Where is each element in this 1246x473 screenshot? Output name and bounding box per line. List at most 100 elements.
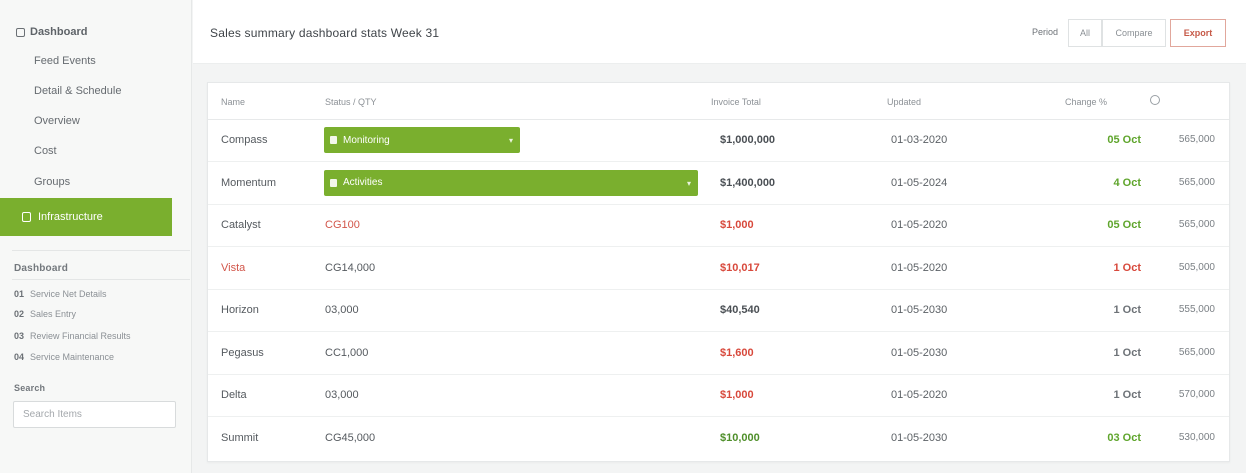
sidebar-link[interactable]: 03 Review Financial Results [14, 331, 131, 341]
sidebar-link-text: Sales Entry [30, 309, 77, 319]
row-date: 01-05-2024 [891, 176, 948, 189]
row-volume: 565,000 [1178, 219, 1215, 230]
data-table: Name Status / QTY Invoice Total Updated … [207, 82, 1230, 462]
sidebar-link-text: Service Maintenance [30, 352, 115, 362]
period-filter-label: Period [1031, 27, 1058, 37]
sidebar-search-input[interactable] [13, 401, 176, 428]
row-name[interactable]: Summit [221, 432, 258, 444]
row-volume: 555,000 [1178, 304, 1215, 315]
infrastructure-icon [22, 212, 31, 222]
sidebar-item-overview[interactable]: Overview [34, 115, 80, 127]
sidebar-link-text: Review Financial Results [30, 331, 131, 341]
table-row[interactable]: Horizon 03,000 $40,540 01-05-2030 1 Oct 555,0… [208, 290, 1229, 332]
row-status: CG14,000 [325, 261, 376, 274]
row-date: 01-05-2030 [891, 346, 948, 359]
row-name[interactable]: Catalyst [221, 219, 261, 231]
table-row[interactable]: Catalyst CG100 $1,000 01-05-2020 05 Oct 565,0… [208, 205, 1229, 247]
row-volume: 565,000 [1178, 134, 1215, 145]
row-status: CG100 [325, 219, 360, 231]
status-dropdown[interactable]: Activities ▾ [324, 169, 698, 196]
row-change: 1 Oct [1113, 389, 1141, 401]
row-amount: $10,000 [720, 431, 760, 444]
row-amount: $1,600 [720, 346, 754, 359]
dashboard-icon [16, 27, 25, 37]
sidebar-section-title: Dashboard [14, 263, 69, 274]
sidebar-item-active[interactable]: Infrastructure [0, 198, 172, 236]
row-volume: 565,000 [1178, 176, 1215, 188]
column-header-name[interactable]: Name [221, 97, 245, 107]
row-volume: 565,000 [1178, 346, 1215, 358]
sidebar-link-number: 02 [14, 309, 25, 319]
row-date: 01-05-2020 [891, 389, 948, 401]
sidebar-item-feed-events[interactable]: Feed Events [34, 55, 96, 67]
sidebar-header[interactable]: Dashboard [16, 26, 87, 38]
table-header: Name Status / QTY Invoice Total Updated … [208, 83, 1229, 120]
chevron-down-icon: ▾ [686, 178, 691, 188]
sidebar-link-text: Service Net Details [30, 289, 107, 299]
row-volume: 530,000 [1178, 431, 1215, 443]
row-name[interactable]: Vista [221, 262, 245, 274]
row-status: CC1,000 [325, 346, 369, 359]
sidebar-link-number: 03 [14, 331, 25, 341]
column-header-change[interactable]: Change % [1065, 97, 1107, 107]
row-date: 01-05-2020 [891, 261, 948, 274]
row-amount: $1,000 [720, 219, 754, 231]
table-row[interactable]: Compass Monitoring ▾ $1,000,000 01-03-2020 05… [208, 120, 1229, 162]
row-name[interactable]: Pegasus [221, 347, 264, 359]
sidebar-link[interactable]: 04 Service Maintenance [14, 352, 114, 362]
row-change: 1 Oct [1113, 346, 1141, 359]
column-header-status[interactable]: Status / QTY [325, 97, 377, 107]
search-label: Search [14, 383, 46, 393]
sidebar-link[interactable]: 02 Sales Entry [14, 309, 76, 319]
chevron-down-icon: ▾ [508, 136, 513, 145]
row-amount: $1,000 [720, 389, 754, 401]
row-volume: 570,000 [1178, 389, 1215, 400]
row-status: 03,000 [325, 389, 359, 401]
row-date: 01-05-2030 [891, 304, 948, 316]
table-row[interactable]: Delta 03,000 $1,000 01-05-2020 1 Oct 570,000 [208, 375, 1229, 417]
export-button[interactable]: Export [1170, 19, 1226, 47]
sidebar-link[interactable]: 01 Service Net Details [14, 289, 107, 299]
row-change: 05 Oct [1107, 134, 1141, 146]
sidebar-header-label: Dashboard [30, 26, 88, 38]
status-dropdown-label: Activities [343, 177, 383, 188]
table-row[interactable]: Momentum Activities ▾ $1,400,000 01-05-2024 4… [208, 163, 1229, 205]
table-row[interactable]: Summit CG45,000 $10,000 01-05-2030 03 Oct 530… [208, 418, 1229, 460]
row-name[interactable]: Momentum [221, 177, 276, 189]
column-header-invoice[interactable]: Invoice Total [711, 97, 761, 107]
row-change: 1 Oct [1113, 261, 1141, 274]
sidebar-link-number: 04 [14, 352, 25, 362]
row-date: 01-05-2030 [891, 431, 948, 444]
row-name[interactable]: Horizon [221, 304, 259, 316]
compare-button[interactable]: Compare [1102, 19, 1166, 47]
gear-icon[interactable] [1150, 95, 1160, 105]
row-volume: 505,000 [1178, 261, 1215, 273]
sidebar-divider [12, 279, 190, 280]
sidebar-divider [12, 250, 190, 251]
row-change: 1 Oct [1113, 304, 1141, 316]
sidebar-link-number: 01 [14, 289, 25, 299]
filter-all-button[interactable]: All [1068, 19, 1102, 47]
table-row[interactable]: Vista CG14,000 $10,017 01-05-2020 1 Oct 505,0… [208, 248, 1229, 290]
row-status: 03,000 [325, 304, 359, 316]
sidebar-item-active-label: Infrastructure [38, 211, 103, 223]
tag-icon [330, 178, 337, 187]
status-dropdown-label: Monitoring [343, 134, 390, 146]
row-amount: $1,000,000 [720, 134, 776, 146]
row-name[interactable]: Delta [221, 389, 247, 401]
top-header: Sales summary dashboard stats Week 31 Pe… [193, 0, 1246, 64]
sidebar-item-groups[interactable]: Groups [34, 176, 70, 188]
tag-icon [330, 136, 337, 144]
row-status: CG45,000 [325, 431, 376, 444]
row-change: 4 Oct [1113, 176, 1141, 189]
status-dropdown[interactable]: Monitoring ▾ [324, 127, 520, 153]
sidebar-item-cost[interactable]: Cost [34, 145, 57, 157]
table-row[interactable]: Pegasus CC1,000 $1,600 01-05-2030 1 Oct 565,0… [208, 333, 1229, 375]
column-header-updated[interactable]: Updated [887, 97, 921, 107]
row-change: 03 Oct [1107, 431, 1141, 444]
row-date: 01-03-2020 [891, 134, 948, 146]
row-name[interactable]: Compass [221, 134, 267, 146]
sidebar-item-detail-schedule[interactable]: Detail & Schedule [34, 85, 121, 97]
row-amount: $10,017 [720, 261, 760, 274]
page-title: Sales summary dashboard stats Week 31 [210, 26, 440, 40]
